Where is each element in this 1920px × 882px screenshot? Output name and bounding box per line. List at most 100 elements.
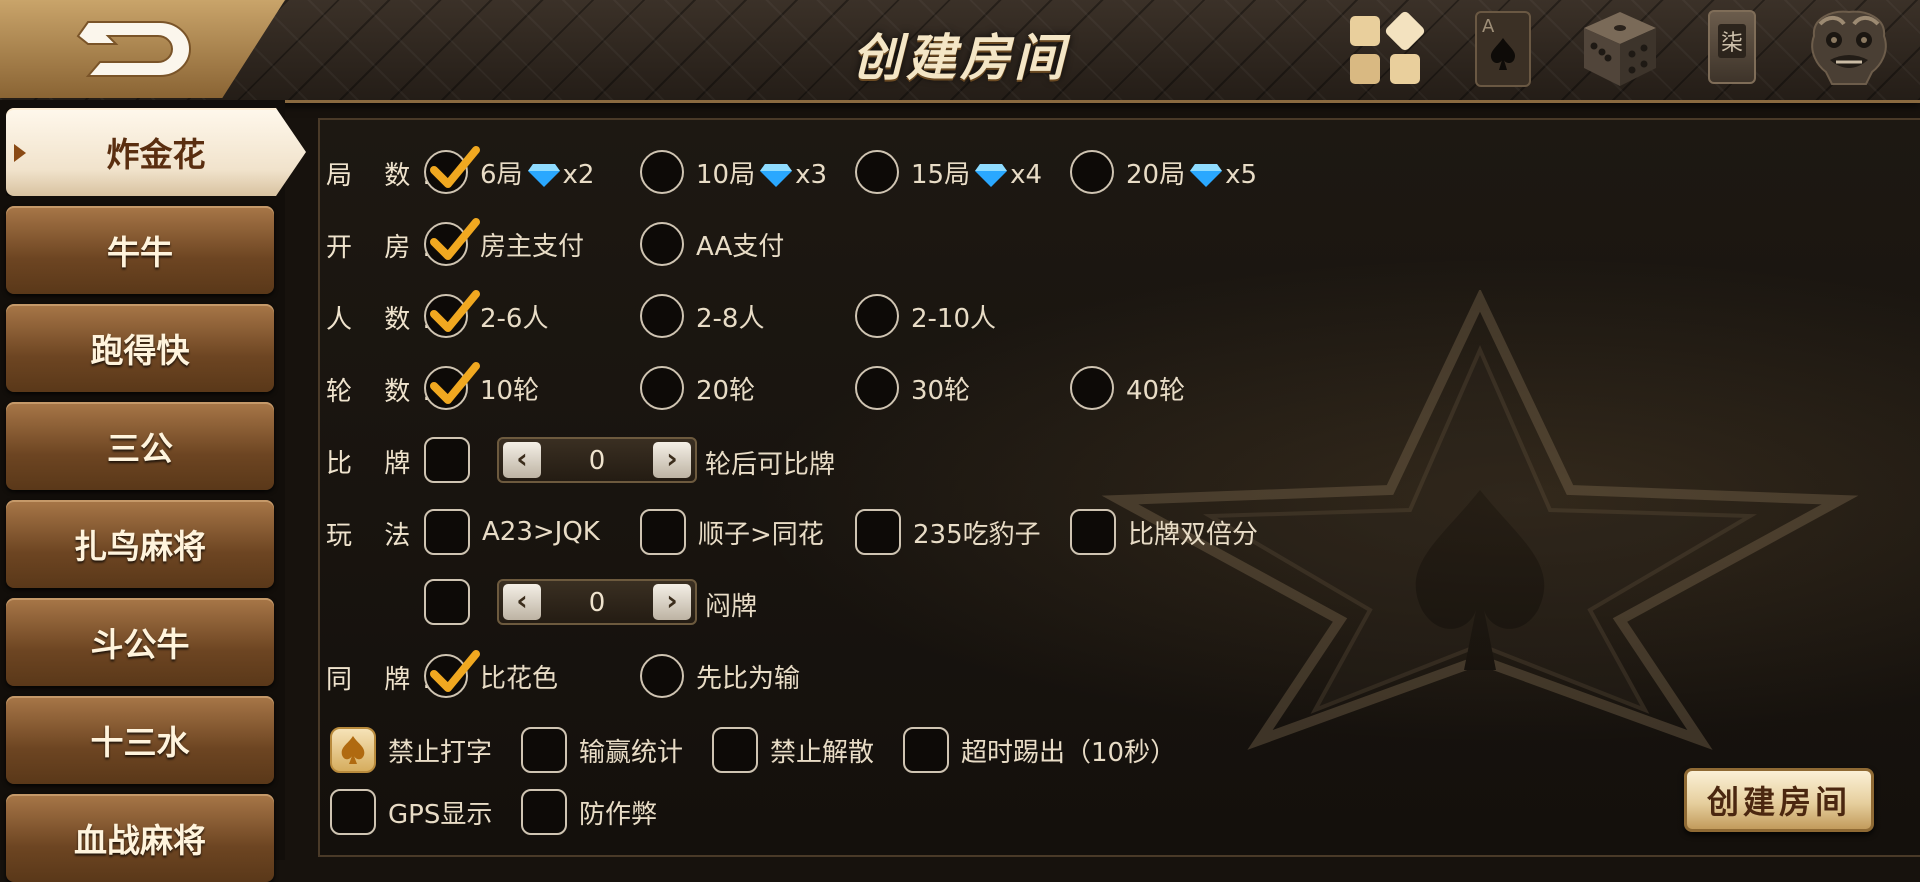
extra-option-no-dissolve[interactable]: 禁止解散 [712, 726, 874, 774]
dice-icon[interactable] [1580, 8, 1660, 92]
checkbox-square[interactable] [521, 789, 567, 835]
option-label: 15局 [911, 159, 971, 190]
increase-button[interactable]: › [653, 584, 691, 620]
increase-button[interactable]: › [653, 442, 691, 478]
sidebar-item-label: 跑得快 [90, 331, 190, 370]
checkbox-square[interactable] [424, 579, 470, 625]
turns-option-40[interactable]: 40轮 [1070, 364, 1185, 412]
turns-option-10[interactable]: 10轮 [424, 362, 539, 412]
radio-circle[interactable] [424, 650, 480, 698]
gem-cost: x2 [562, 159, 595, 190]
checkbox-square[interactable] [855, 509, 901, 555]
extra-option-no-typing[interactable]: 禁止打字 [330, 726, 492, 774]
decrease-button[interactable]: ‹ [503, 584, 541, 620]
checkbox-square[interactable] [424, 509, 470, 555]
top-bar: 创建房间 A 柒 [0, 0, 1920, 103]
same-hand-option-suit[interactable]: 比花色 [424, 650, 558, 700]
sidebar-item-shisanshui[interactable]: 十三水 [6, 696, 274, 784]
option-label: GPS显示 [388, 799, 493, 830]
players-option-2-6[interactable]: 2-6人 [424, 290, 549, 340]
play-option-double[interactable]: 比牌双倍分 [1070, 508, 1258, 556]
sidebar-item-paodekuai[interactable]: 跑得快 [6, 304, 274, 392]
players-option-2-10[interactable]: 2-10人 [855, 292, 996, 340]
turns-option-20[interactable]: 20轮 [640, 364, 755, 412]
radio-circle[interactable] [640, 294, 684, 338]
checkbox-square[interactable] [903, 727, 949, 773]
extra-option-anti-cheat[interactable]: 防作弊 [521, 788, 657, 836]
checkbox-square[interactable] [640, 509, 686, 555]
payment-option-host[interactable]: 房主支付 [424, 218, 584, 268]
radio-circle[interactable] [424, 146, 480, 194]
option-label: 比牌双倍分 [1128, 519, 1259, 550]
play-option-straight[interactable]: 顺子>同花 [640, 508, 824, 556]
checkbox-square[interactable] [521, 727, 567, 773]
checkbox-square[interactable] [1070, 509, 1116, 555]
radio-circle[interactable] [424, 218, 480, 266]
checkmark-icon [430, 650, 480, 692]
apps-icon[interactable] [1346, 10, 1428, 94]
compare-rounds-stepper[interactable]: ‹ 0 › [497, 437, 697, 483]
checkbox-square[interactable] [330, 727, 376, 773]
checkmark-icon [430, 362, 480, 404]
option-label: 禁止解散 [770, 737, 875, 768]
rounds-option-10[interactable]: 10局 x3 [640, 148, 827, 196]
radio-circle[interactable] [640, 654, 684, 698]
diamond-gem-icon [1190, 164, 1223, 187]
players-option-2-8[interactable]: 2-8人 [640, 292, 764, 340]
sidebar-item-label: 牛牛 [107, 233, 173, 272]
stepper-value: 0 [588, 446, 606, 476]
radio-circle[interactable] [855, 150, 899, 194]
sidebar-item-label: 扎鸟麻将 [74, 527, 206, 566]
radio-circle[interactable] [640, 222, 684, 266]
same-hand-option-first-loses[interactable]: 先比为输 [640, 652, 800, 700]
checkbox-square[interactable] [712, 727, 758, 773]
option-label: 235吃豹子 [913, 519, 1041, 550]
option-label: 20轮 [696, 375, 756, 406]
blind-checkbox[interactable] [424, 578, 470, 626]
option-label: 2-6人 [480, 303, 549, 334]
sidebar-item-dougongniu[interactable]: 斗公牛 [6, 598, 274, 686]
rounds-option-20[interactable]: 20局 x5 [1070, 148, 1257, 196]
rounds-option-15[interactable]: 15局 x4 [855, 148, 1042, 196]
play-option-235[interactable]: 235吃豹子 [855, 508, 1041, 556]
ace-of-spades-card-icon[interactable]: A [1474, 10, 1532, 92]
option-label: 先比为输 [696, 663, 801, 694]
option-label: 6局 [480, 159, 523, 190]
blind-rounds-stepper[interactable]: ‹ 0 › [497, 579, 697, 625]
radio-circle[interactable] [1070, 366, 1114, 410]
decrease-button[interactable]: ‹ [503, 442, 541, 478]
extra-option-timeout-kick[interactable]: 超时踢出（10秒） [903, 726, 1176, 774]
back-button[interactable] [0, 0, 285, 98]
extra-option-gps[interactable]: GPS显示 [330, 788, 492, 836]
radio-circle[interactable] [1070, 150, 1114, 194]
checkbox-square[interactable] [330, 789, 376, 835]
checkbox-square[interactable] [424, 437, 470, 483]
option-label: 防作弊 [579, 799, 658, 830]
radio-circle[interactable] [640, 150, 684, 194]
rounds-option-6[interactable]: 6局 x2 [424, 146, 595, 196]
lion-mask-icon[interactable] [1806, 6, 1892, 92]
game-type-sidebar: 炸金花 牛牛 跑得快 三公 扎鸟麻将 斗公牛 十三水 血战麻将 [0, 100, 306, 882]
spade-icon [341, 736, 365, 764]
play-option-a23[interactable]: A23>JQK [424, 508, 600, 556]
sidebar-item-zhaniao-mahjong[interactable]: 扎鸟麻将 [6, 500, 274, 588]
sidebar-item-sangong[interactable]: 三公 [6, 402, 274, 490]
turns-option-30[interactable]: 30轮 [855, 364, 970, 412]
radio-circle[interactable] [640, 366, 684, 410]
mahjong-tile-icon[interactable]: 柒 [1708, 10, 1756, 84]
radio-circle[interactable] [855, 366, 899, 410]
sidebar-item-label: 血战麻将 [74, 821, 206, 860]
gem-cost: x3 [795, 159, 828, 190]
sidebar-item-niuniu[interactable]: 牛牛 [6, 206, 274, 294]
extra-option-stats[interactable]: 输赢统计 [521, 726, 683, 774]
option-label: 输赢统计 [579, 737, 684, 768]
checkmark-icon [430, 290, 480, 332]
create-room-button[interactable]: 创建房间 [1684, 768, 1874, 832]
radio-circle[interactable] [424, 362, 480, 410]
radio-circle[interactable] [855, 294, 899, 338]
compare-checkbox[interactable] [424, 436, 470, 484]
sidebar-item-xuezhan-mahjong[interactable]: 血战麻将 [6, 794, 274, 882]
sidebar-item-zhajinhua[interactable]: 炸金花 [6, 108, 306, 196]
payment-option-aa[interactable]: AA支付 [640, 220, 784, 268]
radio-circle[interactable] [424, 290, 480, 338]
